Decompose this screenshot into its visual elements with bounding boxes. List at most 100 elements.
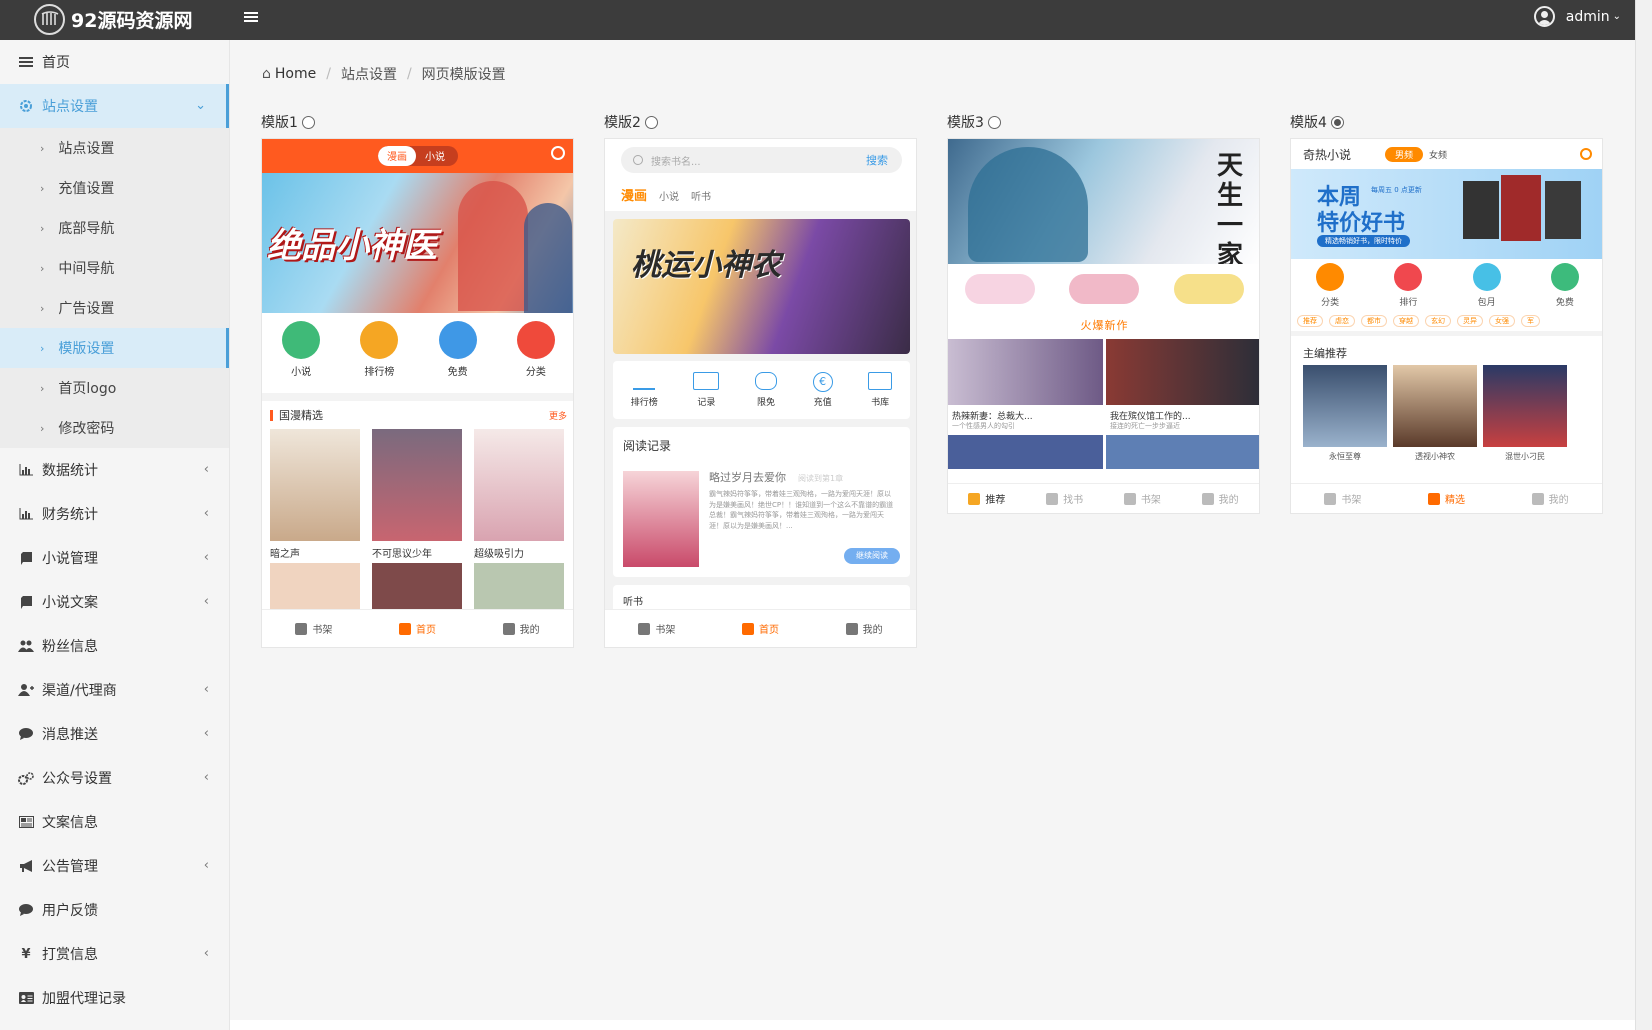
page-scrollbar[interactable] — [1635, 0, 1652, 1030]
tag-chip[interactable]: 推荐 — [1297, 315, 1323, 327]
book-cover — [372, 563, 462, 611]
template-radio-1[interactable] — [301, 115, 315, 129]
tab-mine[interactable]: 我的 — [1181, 484, 1259, 513]
t4-tab-active[interactable]: 男频 — [1385, 146, 1424, 162]
t1-icon-item[interactable]: 排行榜 — [360, 321, 399, 393]
submenu-item-home-logo[interactable]: › 首页logo — [0, 368, 229, 408]
tag-chip[interactable]: 军 — [1521, 315, 1540, 327]
tag-chip[interactable]: 穿越 — [1393, 315, 1419, 327]
submenu-item-template-settings[interactable]: › 模版设置 — [0, 328, 229, 368]
sidebar-item-fans[interactable]: 粉丝信息 — [0, 624, 229, 668]
comment-icon — [18, 903, 34, 917]
sidebar-item-announcements[interactable]: 公告管理 ‹ — [0, 844, 229, 888]
tab-home[interactable]: 首页 — [709, 610, 813, 647]
template-radio-2[interactable] — [644, 115, 658, 129]
sidebar-item-site-settings[interactable]: 站点设置 ⌄ — [0, 84, 229, 128]
submenu-item-ad-settings[interactable]: › 广告设置 — [0, 288, 229, 328]
tab-bookshelf[interactable]: 书架 — [262, 610, 366, 647]
tab-recommend[interactable]: 推荐 — [948, 484, 1026, 513]
template-header: 模版2 — [604, 112, 919, 132]
book-cover — [623, 471, 699, 567]
t1-icon-item[interactable]: 小说 — [282, 321, 321, 393]
submenu-item-middle-nav[interactable]: › 中间导航 — [0, 248, 229, 288]
submenu-item-site-settings[interactable]: › 站点设置 — [0, 128, 229, 168]
submenu-label: 底部导航 — [58, 221, 115, 237]
t4-icon-item[interactable]: 免费 — [1550, 263, 1579, 309]
logo[interactable]: 92源码资源网 — [34, 2, 192, 36]
t1-more-link[interactable]: 更多 — [549, 409, 567, 422]
chevron-right-icon: › — [40, 141, 45, 155]
sidebar-item-finance-stats[interactable]: 财务统计 ‹ — [0, 492, 229, 536]
diamond-icon — [1472, 263, 1501, 291]
t2-icon-item[interactable]: 记录 — [693, 371, 720, 409]
menu-toggle-icon[interactable] — [244, 10, 258, 24]
template-preview-1[interactable]: 漫画 小说 绝品小神医 小说 排行榜 免费 分类 国漫精选 更多 暗之声 不可思… — [261, 138, 574, 648]
sidebar-item-copy-info[interactable]: 文案信息 — [0, 800, 229, 844]
t2-icon-item[interactable]: 书库 — [868, 371, 893, 409]
sidebar-item-push[interactable]: 消息推送 ‹ — [0, 712, 229, 756]
t2-icon-item[interactable]: 限免 — [755, 371, 777, 409]
breadcrumb-level1[interactable]: 站点设置 — [341, 64, 397, 84]
tab-mine[interactable]: 我的 — [469, 610, 573, 647]
home-icon — [968, 492, 981, 505]
t2-search-button[interactable]: 搜索 — [866, 152, 888, 168]
tab-label: 书架 — [1341, 495, 1362, 506]
tab-bookshelf[interactable]: 书架 — [605, 610, 709, 647]
tag-chip[interactable]: 玄幻 — [1425, 315, 1451, 327]
tab-home[interactable]: 首页 — [366, 610, 470, 647]
template-radio-3[interactable] — [987, 115, 1001, 129]
tab-bookshelf[interactable]: 书架 — [1104, 484, 1182, 513]
sidebar-item-label: 文案信息 — [42, 815, 98, 831]
t2-icon-item[interactable]: 排行榜 — [631, 372, 658, 409]
t2-search-bar[interactable]: 搜索书名... 搜索 — [621, 147, 902, 173]
breadcrumb-home[interactable]: Home — [275, 66, 316, 82]
sidebar-item-label: 打赏信息 — [42, 947, 98, 963]
tag-chip[interactable]: 女强 — [1489, 315, 1515, 327]
sidebar-item-channels[interactable]: 渠道/代理商 ‹ — [0, 668, 229, 712]
sidebar-item-rewards[interactable]: ¥ 打赏信息 ‹ — [0, 932, 229, 976]
t4-icon-label: 排行 — [1399, 298, 1418, 308]
sidebar-item-franchise-records[interactable]: 加盟代理记录 — [0, 976, 229, 1020]
t2-icon-label: 限免 — [756, 397, 775, 408]
t4-icon-item[interactable]: 分类 — [1316, 263, 1345, 309]
t4-icon-item[interactable]: 包月 — [1472, 263, 1501, 309]
template-preview-4[interactable]: 奇热小说 男频 女频 本周 每周五 0 点更新 特价好书 精选畅销好书，限时特价… — [1290, 138, 1603, 514]
t2-tab-comic[interactable]: 漫画 — [621, 185, 647, 204]
t2-icon-item[interactable]: € 充值 — [812, 371, 833, 409]
template-preview-2[interactable]: 搜索书名... 搜索 漫画 小说 听书 桃运小神农 排行榜 记录 限免 € 充值 … — [604, 138, 917, 648]
comment-icon — [18, 727, 34, 741]
template-radio-4[interactable] — [1330, 115, 1344, 129]
tab-mine[interactable]: 我的 — [1498, 484, 1602, 513]
continue-reading-button[interactable]: 继续阅读 — [844, 548, 900, 564]
tab-featured[interactable]: 精选 — [1395, 484, 1499, 513]
submenu-item-change-password[interactable]: › 修改密码 — [0, 408, 229, 448]
t4-tab-other[interactable]: 女频 — [1429, 148, 1447, 161]
book-title: 永恒至尊 — [1329, 452, 1361, 461]
sidebar-item-feedback[interactable]: 用户反馈 — [0, 888, 229, 932]
tab-label: 书架 — [655, 625, 676, 636]
template-preview-3[interactable]: 天生一家 火爆新作 热辣新妻：总裁大... 我在殡仪馆工作的... 一个性感男人… — [947, 138, 1260, 514]
tag-chip[interactable]: 虐恋 — [1329, 315, 1355, 327]
tag-chip[interactable]: 都市 — [1361, 315, 1387, 327]
tag-chip[interactable]: 灵异 — [1457, 315, 1483, 327]
t4-icon-item[interactable]: 排行 — [1394, 263, 1423, 309]
tab-label: 推荐 — [985, 495, 1006, 506]
t1-icon-item[interactable]: 免费 — [438, 321, 477, 393]
t2-tab-novel[interactable]: 小说 — [659, 188, 679, 203]
user-menu[interactable]: admin ⌄ — [1533, 6, 1621, 27]
sidebar-item-label: 用户反馈 — [42, 903, 98, 919]
submenu-item-bottom-nav[interactable]: › 底部导航 — [0, 208, 229, 248]
sidebar-item-data-stats[interactable]: 数据统计 ‹ — [0, 448, 229, 492]
t1-icon-item[interactable]: 分类 — [516, 321, 555, 393]
sidebar-item-novel-management[interactable]: 小说管理 ‹ — [0, 536, 229, 580]
chevron-right-icon: › — [40, 221, 45, 235]
tab-mine[interactable]: 我的 — [812, 610, 916, 647]
tab-find-books[interactable]: 找书 — [1026, 484, 1104, 513]
sidebar-item-wechat-settings[interactable]: 公众号设置 ‹ — [0, 756, 229, 800]
sidebar-item-home[interactable]: 首页 — [0, 40, 229, 84]
t4-banner-line2: 特价好书 — [1317, 211, 1406, 236]
submenu-item-recharge-settings[interactable]: › 充值设置 — [0, 168, 229, 208]
tab-bookshelf[interactable]: 书架 — [1291, 484, 1395, 513]
t2-tab-audio[interactable]: 听书 — [691, 188, 711, 203]
sidebar-item-novel-copy[interactable]: 小说文案 ‹ — [0, 580, 229, 624]
